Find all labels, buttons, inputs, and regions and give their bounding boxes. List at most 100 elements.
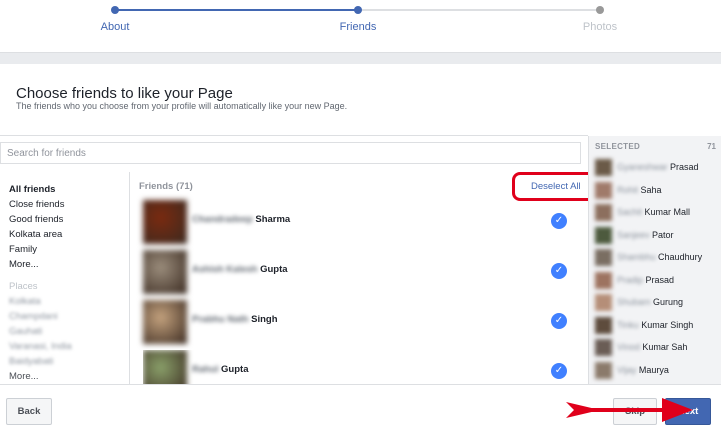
selected-first-name: Gyaneshwar [617,162,668,172]
selected-friend-item[interactable]: Vijay Maurya [595,361,720,381]
selected-friend-item[interactable]: Sachit Kumar Mall [595,203,720,223]
selected-title: SELECTED [595,142,641,151]
page-subtitle: The friends who you choose from your pro… [16,101,348,111]
friend-name: Prabhu Nath Singh [192,314,278,325]
progress-steps: About Friends Photos [0,0,721,52]
place-label: Varanasi, India [9,341,72,352]
selected-friend-item[interactable]: Shambhu Chaudhury [595,248,720,268]
selected-friend-item[interactable]: Gyaneshwar Prasad [595,158,720,178]
filter-good-friends[interactable]: Good friends [9,212,127,227]
step-dot-photos [596,6,604,14]
avatar [595,226,612,244]
friend-last-name: Gupta [221,364,249,375]
selected-friend-name: Tinku Kumar Singh [617,320,693,330]
selected-friend-item[interactable]: Vinod Kumar Sah [595,338,720,358]
step-about[interactable]: About [75,21,155,33]
avatar [595,316,612,334]
avatar [595,339,612,356]
place-item[interactable]: Kolkata [9,294,127,309]
page-title: Choose friends to like your Page [16,85,233,102]
annotation-highlight-box [512,172,597,201]
place-item[interactable]: Baidyabati [9,354,127,369]
selected-first-name: Vijay [617,364,637,375]
selected-friend-name: Gyaneshwar Prasad [617,162,699,172]
place-label: Kolkata [9,296,41,307]
avatar [595,204,612,221]
friend-photo [143,300,187,344]
filter-family[interactable]: Family [9,242,127,257]
header-divider [0,135,588,136]
selected-friend-name: Sachit Kumar Mall [617,207,690,217]
friend-row[interactable]: Rahul Gupta ✓ [143,350,573,384]
avatar [595,271,612,289]
friend-last-name: Singh [251,314,278,325]
place-item[interactable]: Varanasi, India [9,339,127,354]
checkmark-icon[interactable]: ✓ [551,313,567,329]
place-label: Gauhati [9,326,43,337]
filter-more[interactable]: More... [9,257,127,272]
place-label: Champdani [9,311,58,322]
friend-photo [143,200,187,244]
place-label: Baidyabati [9,356,54,367]
friend-photo [143,250,187,294]
avatar [595,159,612,176]
friend-row[interactable]: Ashish Kalesh Gupta ✓ [143,250,573,294]
places-title: Places [9,281,38,292]
progress-track-done [115,9,358,11]
checkmark-icon[interactable]: ✓ [551,263,567,279]
places-more[interactable]: More... [9,369,127,384]
back-button[interactable]: Back [6,398,52,425]
selected-first-name: Shubam [617,297,651,307]
friend-first-name: Rahul [192,364,219,375]
selected-friend-item[interactable]: Rohit Saha [595,181,720,201]
selected-first-name: Vinod [617,342,640,352]
selected-friend-item[interactable]: Shubam Gurung [595,293,720,313]
step-dot-friends [354,6,362,14]
friends-count-header: Friends (71) [139,181,193,192]
place-item[interactable]: Gauhati [9,324,127,339]
friend-first-name: Chandradeep [192,214,253,225]
avatar [595,294,612,311]
friend-row[interactable]: Prabhu Nath Singh ✓ [143,300,573,344]
selected-last-name: Prasad [645,274,675,285]
selected-first-name: Rohit [617,184,639,195]
selected-friend-item[interactable]: Sanjeev Pator [595,226,720,246]
friend-last-name: Gupta [260,264,288,275]
avatar [595,181,612,199]
friend-last-name: Sharma [255,214,291,225]
selected-friends-panel: SELECTED 71 Gyaneshwar Prasad Rohit Saha S… [588,136,721,384]
step-friends[interactable]: Friends [318,21,398,33]
selected-last-name: Saha [640,184,662,195]
selected-friend-name: Shubam Gurung [617,297,683,307]
selected-friend-item[interactable]: Pradip Prasad [595,271,720,291]
selected-last-name: Pator [652,229,674,240]
friend-row[interactable]: Chandradeep Sharma ✓ [143,200,573,244]
friend-first-name: Ashish Kalesh [192,264,258,275]
selected-friend-item[interactable]: Tinku Kumar Singh [595,316,720,336]
checkmark-icon[interactable]: ✓ [551,213,567,229]
selected-first-name: Sachit [617,207,643,217]
friend-name: Rahul Gupta [192,364,248,375]
friend-filters: All friends Close friends Good friends K… [9,182,127,384]
filter-kolkata-area[interactable]: Kolkata area [9,227,127,242]
selected-count: 71 [707,142,716,151]
filter-close-friends[interactable]: Close friends [9,197,127,212]
search-input[interactable]: Search for friends [0,142,581,164]
progress-track-todo [358,9,600,11]
selected-first-name: Shambhu [617,252,656,262]
friend-name: Chandradeep Sharma [192,214,290,225]
selected-last-name: Chaudhury [658,252,703,262]
selected-first-name: Pradip [617,274,644,285]
avatar [595,361,612,379]
filter-all-friends[interactable]: All friends [9,182,127,197]
annotation-arrow [566,398,693,422]
selected-first-name: Tinku [617,319,639,330]
selected-last-name: Kumar Sah [642,342,688,352]
selected-friend-name: Shambhu Chaudhury [617,252,702,262]
selected-last-name: Gurung [653,297,684,307]
step-dot-about [111,6,119,14]
place-item[interactable]: Champdani [9,309,127,324]
checkmark-icon[interactable]: ✓ [551,363,567,379]
arrow-head-icon [662,398,693,422]
friend-photo [143,350,187,384]
